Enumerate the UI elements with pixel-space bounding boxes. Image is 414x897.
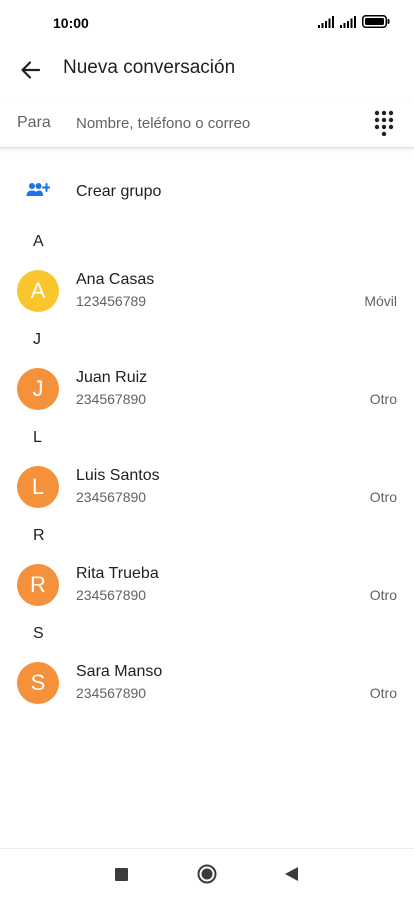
contact-phone: 234567890 xyxy=(76,391,147,407)
section-header-s: S xyxy=(33,625,44,642)
avatar: L xyxy=(17,466,59,508)
contact-item-ana-casas[interactable]: A Ana Casas 123456789 Móvil xyxy=(0,260,414,320)
contact-phone: 234567890 xyxy=(76,587,147,603)
contact-name: Sara Manso xyxy=(76,663,163,680)
contact-phone: 123456789 xyxy=(76,293,147,309)
page-title: Nueva conversación xyxy=(63,57,236,78)
dialpad-button[interactable] xyxy=(374,110,394,137)
section-header-j: J xyxy=(33,331,41,348)
recents-button[interactable] xyxy=(108,861,134,887)
home-button[interactable] xyxy=(194,861,220,887)
avatar: R xyxy=(17,564,59,606)
contact-item-rita-trueba[interactable]: R Rita Trueba 234567890 Otro xyxy=(0,554,414,614)
arrow-back-icon xyxy=(21,61,40,79)
avatar: J xyxy=(17,368,59,410)
avatar: A xyxy=(17,270,59,312)
create-group-label: Crear grupo xyxy=(76,183,162,200)
create-group-button[interactable]: Crear grupo xyxy=(0,170,414,214)
contact-item-luis-santos[interactable]: L Luis Santos 234567890 Otro xyxy=(0,456,414,516)
dialpad-icon xyxy=(374,110,394,137)
section-header-r: R xyxy=(33,527,45,544)
contact-phone-type: Móvil xyxy=(364,293,397,309)
contact-phone: 234567890 xyxy=(76,685,147,701)
triangle-back-icon xyxy=(284,867,298,881)
contact-phone-type: Otro xyxy=(369,489,397,505)
recipient-row: Para xyxy=(0,98,414,148)
battery-icon xyxy=(362,15,390,28)
status-time: 10:00 xyxy=(53,15,89,31)
nav-back-button[interactable] xyxy=(278,861,304,887)
contact-phone-type: Otro xyxy=(369,391,397,407)
square-icon xyxy=(114,867,128,881)
status-bar: 10:00 xyxy=(0,0,414,46)
back-button[interactable] xyxy=(14,54,46,86)
app-bar: Nueva conversación xyxy=(0,46,414,92)
contact-phone-type: Otro xyxy=(369,587,397,603)
contact-phone-type: Otro xyxy=(369,685,397,701)
signal-icon xyxy=(318,15,334,28)
recipient-label: Para xyxy=(17,114,51,131)
contact-item-juan-ruiz[interactable]: J Juan Ruiz 234567890 Otro xyxy=(0,358,414,418)
contact-name: Luis Santos xyxy=(76,467,160,484)
signal-icon-2 xyxy=(340,15,356,28)
group-add-icon xyxy=(26,183,50,196)
contact-name: Rita Trueba xyxy=(76,565,159,582)
circle-icon xyxy=(197,864,217,884)
section-header-l: L xyxy=(33,429,42,446)
section-header-a: A xyxy=(33,233,44,250)
system-nav-bar xyxy=(0,848,414,897)
avatar: S xyxy=(17,662,59,704)
status-icons xyxy=(318,15,390,28)
contact-name: Juan Ruiz xyxy=(76,369,148,386)
recipient-input[interactable] xyxy=(76,110,356,136)
contact-name: Ana Casas xyxy=(76,271,155,288)
contact-item-sara-manso[interactable]: S Sara Manso 234567890 Otro xyxy=(0,652,414,712)
contact-phone: 234567890 xyxy=(76,489,147,505)
